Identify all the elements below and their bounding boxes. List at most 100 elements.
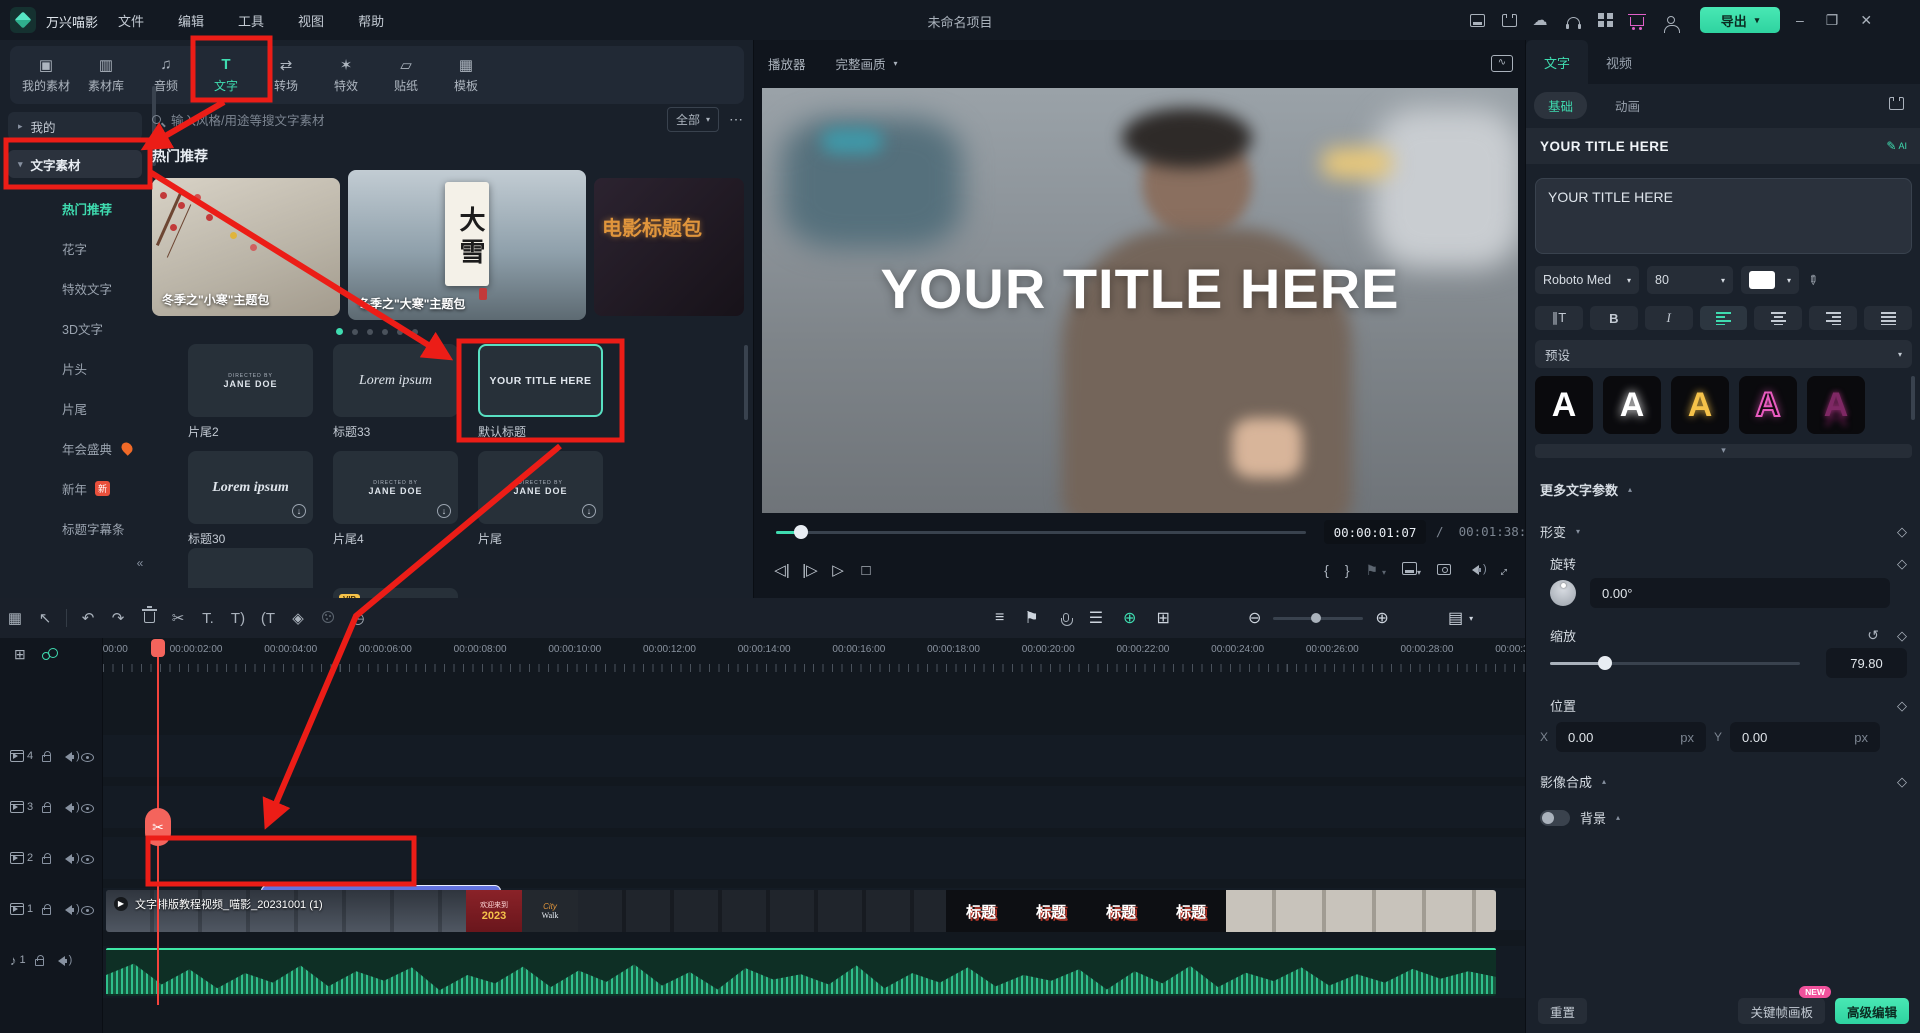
video-preview[interactable]: YOUR TITLE HERE xyxy=(762,88,1518,513)
color-palette-icon[interactable] xyxy=(313,610,343,627)
library-tab[interactable]: T 文字 xyxy=(196,46,256,104)
search-input[interactable]: 输入风格/用途等搜文字素材 xyxy=(171,110,657,129)
play-button[interactable]: ▷ xyxy=(824,561,852,579)
rotation-knob[interactable] xyxy=(1550,580,1576,606)
chevron-up-icon[interactable]: ▴ xyxy=(1602,777,1606,786)
chevron-up-icon[interactable]: ▴ xyxy=(1628,485,1632,494)
tab-video[interactable]: 视频 xyxy=(1588,40,1650,84)
preset-dropdown[interactable]: 预设▾ xyxy=(1535,340,1912,368)
menu-item[interactable]: 文件 xyxy=(118,11,144,30)
adjust-icon[interactable]: ≡ xyxy=(995,609,1004,627)
keyframe-diamond-icon[interactable]: ◇ xyxy=(1897,698,1907,714)
close-button[interactable]: ✕ xyxy=(1860,12,1872,29)
chevron-down-icon[interactable]: ▾ xyxy=(1576,527,1580,536)
text-preset-tile[interactable]: A xyxy=(1535,376,1593,434)
library-tab[interactable]: ♫ 音频 xyxy=(136,46,196,104)
display-icon[interactable] xyxy=(1468,11,1486,29)
mute-icon[interactable] xyxy=(53,956,65,966)
download-icon[interactable]: ↓ xyxy=(437,504,451,518)
filter-dropdown[interactable]: 全部▾ xyxy=(667,107,719,132)
keyframe-diamond-icon[interactable]: ◇ xyxy=(1897,628,1907,644)
font-size-dropdown[interactable]: 80▾ xyxy=(1647,266,1733,294)
mark-in-icon[interactable]: { xyxy=(1324,562,1329,578)
stop-button[interactable]: □ xyxy=(852,562,880,579)
visibility-icon[interactable] xyxy=(81,753,94,762)
text-template-card[interactable]: DIRECTED BY JANE DOE 片尾2 xyxy=(188,344,313,440)
sidebar-item[interactable]: 片头 xyxy=(8,348,150,388)
speech-to-text-icon[interactable]: (T xyxy=(253,610,283,627)
undo-icon[interactable]: ↶ xyxy=(73,609,103,627)
italic-button[interactable]: I xyxy=(1645,306,1693,330)
text-template-card[interactable]: DIRECTED BY JANE DOE ↓ 片尾 xyxy=(478,451,603,547)
library-tab[interactable]: ▣ 我的素材 xyxy=(16,46,76,104)
reset-button[interactable]: 重置 xyxy=(1538,998,1587,1024)
template-card-partial[interactable] xyxy=(188,548,313,588)
eyedropper-icon[interactable]: ✏ xyxy=(1804,275,1820,286)
playhead-handle[interactable] xyxy=(151,639,165,657)
subtitle-icon[interactable]: ☰ xyxy=(1089,608,1103,628)
advanced-edit-button[interactable]: 高级编辑 xyxy=(1835,998,1909,1024)
banner-xiaohan-pack[interactable]: 冬季之"小寒"主题包 xyxy=(152,178,340,316)
volume-icon[interactable] xyxy=(1467,562,1479,578)
track-header[interactable]: 2 xyxy=(10,837,102,879)
snap-icon[interactable]: ⊕ xyxy=(1123,608,1136,628)
library-tab[interactable]: ▱ 贴纸 xyxy=(376,46,436,104)
seek-bar[interactable] xyxy=(776,531,1306,534)
text-content-input[interactable]: YOUR TITLE HERE xyxy=(1535,178,1912,254)
scale-value-field[interactable]: 79.80 xyxy=(1826,648,1907,678)
preset-scrollbar[interactable] xyxy=(1911,376,1915,420)
visibility-icon[interactable] xyxy=(81,804,94,813)
more-text-params-label[interactable]: 更多文字参数 xyxy=(1540,480,1618,499)
menu-item[interactable]: 编辑 xyxy=(178,11,204,30)
lock-icon[interactable] xyxy=(35,959,44,966)
timeline-ruler[interactable]: 00:00:00:0000:00:02:0000:00:04:0000:00:0… xyxy=(103,642,1525,672)
previous-frame-button[interactable]: ◁| xyxy=(768,561,796,579)
position-y-field[interactable]: 0.00px xyxy=(1730,722,1880,752)
vertical-text-button[interactable]: ∥T xyxy=(1535,306,1583,330)
font-color-picker[interactable]: ▾ xyxy=(1741,266,1799,294)
support-headset-icon[interactable] xyxy=(1564,11,1582,29)
minimize-button[interactable]: – xyxy=(1796,12,1804,28)
sidebar-item[interactable]: 标题字幕条 xyxy=(8,508,150,548)
track-header[interactable]: 1 xyxy=(10,888,102,930)
playhead-scissors-icon[interactable]: ✂ xyxy=(145,808,171,846)
media-grid-icon[interactable]: ▦ xyxy=(0,609,30,627)
mute-icon[interactable] xyxy=(60,752,72,762)
track-row-4[interactable] xyxy=(103,735,1525,777)
next-frame-button[interactable]: |▷ xyxy=(796,561,824,579)
voiceover-mic-icon[interactable] xyxy=(1059,609,1069,627)
ai-edit-icon[interactable]: ✎AI xyxy=(1886,139,1907,153)
link-icon[interactable] xyxy=(42,652,50,660)
track-row-2[interactable] xyxy=(103,837,1525,879)
sidebar-item[interactable]: 特效文字 xyxy=(8,268,150,308)
collapse-sidebar-button[interactable]: « xyxy=(132,556,148,572)
fullscreen-icon[interactable]: ↔ xyxy=(1491,559,1512,580)
track-header[interactable]: ♪ 1 xyxy=(10,939,102,981)
zoom-out-icon[interactable]: ⊖ xyxy=(1248,608,1261,628)
template-thumbnail[interactable]: DIRECTED BY JANE DOE ↓ xyxy=(333,451,458,524)
template-thumbnail[interactable]: DIRECTED BY JANE DOE ↓ xyxy=(478,451,603,524)
justify-button[interactable] xyxy=(1864,306,1912,330)
pip-icon[interactable]: ⊞ xyxy=(1156,608,1169,628)
keyframe-diamond-icon[interactable]: ◇ xyxy=(1897,556,1907,572)
template-thumbnail[interactable]: Lorem ipsum ↓ xyxy=(188,451,313,524)
apps-grid-icon[interactable] xyxy=(1596,11,1614,29)
audio-clip[interactable] xyxy=(106,948,1496,996)
scale-slider[interactable] xyxy=(1550,662,1800,665)
template-thumbnail[interactable]: DIRECTED BY JANE DOE xyxy=(188,344,313,417)
more-options-button[interactable]: ⋯ xyxy=(729,111,744,128)
banner-movie-title-pack[interactable]: 电影标题包 xyxy=(594,178,744,316)
sidebar-item[interactable]: 新年 新 xyxy=(8,468,150,508)
cloud-upload-icon[interactable]: ☁ xyxy=(1532,11,1550,29)
text-template-card[interactable]: Lorem ipsum ↓ 标题30 xyxy=(188,451,313,547)
display-device-icon[interactable]: ▾ xyxy=(1402,562,1421,578)
carousel-dots[interactable] xyxy=(336,328,418,335)
lock-icon[interactable] xyxy=(42,806,51,813)
scopes-icon[interactable]: ∿ xyxy=(1491,55,1513,72)
maximize-button[interactable]: ❐ xyxy=(1826,12,1839,29)
background-toggle[interactable] xyxy=(1540,810,1570,826)
export-button[interactable]: 导出▾ xyxy=(1700,7,1780,33)
library-tab[interactable]: ✶ 特效 xyxy=(316,46,376,104)
marker-icon[interactable]: ⚑ xyxy=(1024,608,1038,628)
quality-dropdown[interactable]: 完整画质 xyxy=(836,54,886,73)
